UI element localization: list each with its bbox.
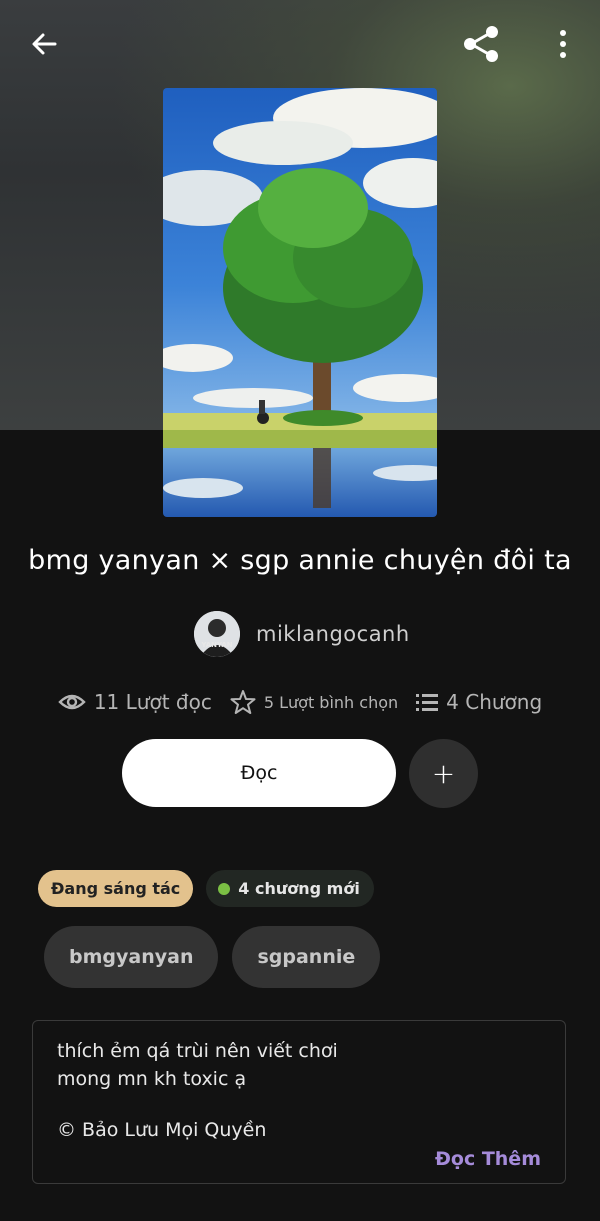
- more-options-button[interactable]: [545, 22, 581, 66]
- votes-stat: 5 Lượt bình chọn: [230, 689, 398, 715]
- story-cover-image[interactable]: [163, 88, 437, 517]
- arrow-left-icon: [32, 33, 57, 55]
- list-icon: [416, 694, 439, 711]
- story-badges: Đang sáng tác 4 chương mới: [38, 870, 374, 907]
- share-button[interactable]: [458, 22, 504, 66]
- votes-count: 5 Lượt bình chọn: [263, 692, 399, 712]
- status-badge: Đang sáng tác: [38, 870, 194, 907]
- share-icon: [464, 26, 498, 62]
- reads-stat: 11 Lượt đọc: [58, 690, 212, 714]
- description-box: thích ẻm qá trùi nên viết chơi mong mn k…: [32, 1020, 566, 1184]
- read-button[interactable]: Đọc: [122, 739, 396, 807]
- tag-chip[interactable]: bmgyanyan: [44, 926, 219, 988]
- copyright-text: © Bảo Lưu Mọi Quyền: [57, 1119, 267, 1141]
- new-dot-icon: [218, 882, 231, 895]
- more-vertical-icon: [560, 30, 566, 58]
- back-button[interactable]: [22, 22, 66, 66]
- description-text: thích ẻm qá trùi nên viết chơi mong mn k…: [57, 1037, 338, 1093]
- reads-count: 11 Lượt đọc: [93, 690, 212, 714]
- chapters-count: 4 Chương: [446, 690, 543, 714]
- author-link[interactable]: YANYAN miklangocanh: [194, 610, 410, 658]
- top-bar: [0, 0, 600, 88]
- read-more-link[interactable]: Đọc Thêm: [435, 1148, 541, 1170]
- tag-list: bmgyanyan sgpannie: [44, 926, 394, 988]
- star-icon: [230, 690, 256, 714]
- plus-icon: +: [431, 757, 456, 790]
- description-line: thích ẻm qá trùi nên viết chơi: [57, 1040, 338, 1062]
- new-chapters-label: 4 chương mới: [238, 879, 360, 898]
- story-title: bmg yanyan × sgp annie chuyện đôi ta: [28, 545, 572, 576]
- tag-chip[interactable]: sgpannie: [232, 926, 381, 988]
- chapters-stat: 4 Chương: [416, 690, 542, 714]
- description-line: mong mn kh toxic ạ: [57, 1068, 247, 1090]
- avatar: YANYAN: [194, 611, 240, 657]
- add-to-library-button[interactable]: +: [409, 739, 478, 808]
- new-chapters-badge: 4 chương mới: [206, 870, 374, 907]
- author-name: miklangocanh: [256, 622, 410, 646]
- avatar-text: YANYAN: [200, 641, 232, 649]
- eye-icon: [58, 694, 86, 710]
- story-stats: 11 Lượt đọc 5 Lượt bình chọn 4 Chương: [0, 682, 600, 722]
